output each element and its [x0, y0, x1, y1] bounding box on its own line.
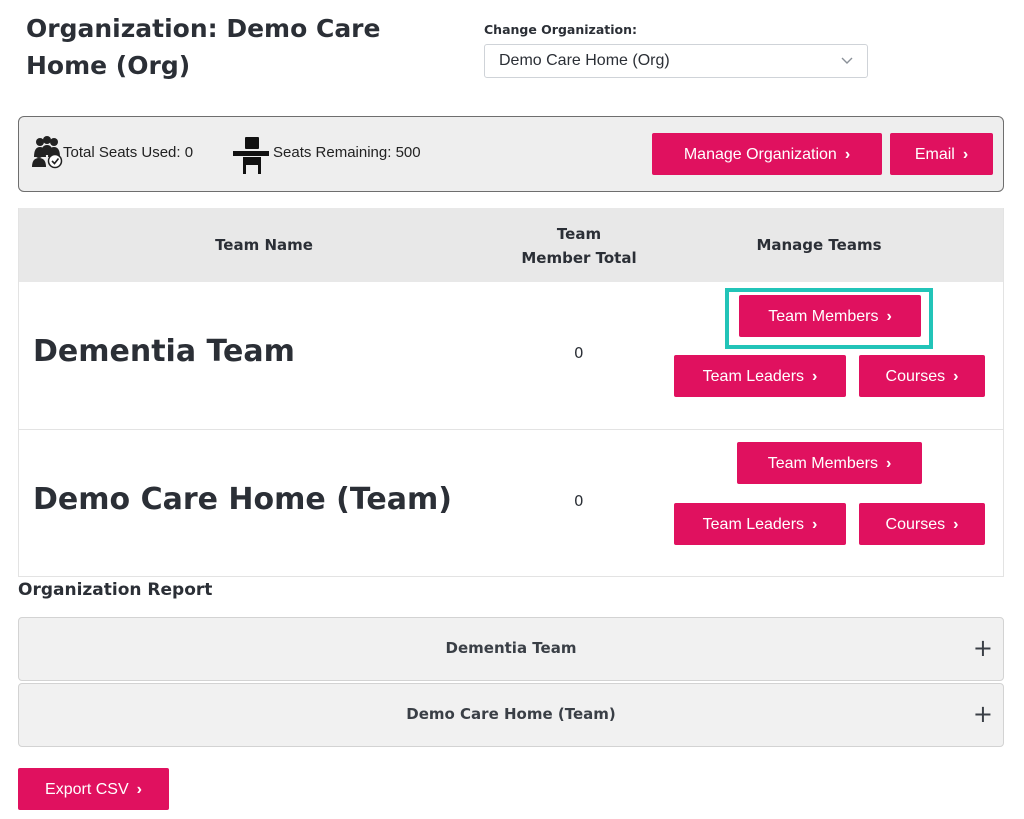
chevron-right-icon: ›	[812, 516, 818, 533]
header-member-line1: Team	[556, 225, 602, 243]
total-seats-used: Total Seats Used: 0	[63, 144, 194, 161]
desk-icon	[233, 135, 269, 179]
report-accordion-item[interactable]: Dementia Team +	[18, 617, 1004, 681]
team-member-total: 0	[574, 492, 584, 510]
header-member-total: Team Member Total	[509, 222, 649, 270]
team-leaders-button[interactable]: Team Leaders ›	[674, 355, 846, 397]
chevron-down-icon	[841, 45, 853, 89]
header-member-line2: Member Total	[521, 249, 637, 267]
manage-organization-button[interactable]: Manage Organization ›	[652, 133, 882, 175]
courses-button[interactable]: Courses ›	[859, 503, 985, 545]
table-header: Team Name Team Member Total Manage Teams	[19, 208, 1003, 282]
team-name: Demo Care Home (Team)	[33, 482, 452, 517]
chevron-right-icon: ›	[885, 455, 892, 472]
accordion-label: Demo Care Home (Team)	[406, 705, 616, 723]
team-member-total: 0	[574, 344, 584, 362]
seats-remaining: Seats Remaining: 500	[273, 144, 421, 161]
chevron-right-icon: ›	[953, 368, 959, 385]
organization-select[interactable]: Demo Care Home (Org)	[484, 44, 868, 78]
report-accordion-item[interactable]: Demo Care Home (Team) +	[18, 683, 1004, 747]
plus-icon[interactable]: +	[973, 700, 993, 728]
email-button[interactable]: Email ›	[890, 133, 993, 175]
users-group-icon	[31, 135, 63, 173]
chevron-right-icon: ›	[812, 368, 818, 385]
seats-summary-bar: Total Seats Used: 0 Seats Remaining: 500…	[18, 116, 1004, 192]
selected-org-value: Demo Care Home (Org)	[499, 52, 670, 69]
team-name: Dementia Team	[33, 334, 295, 369]
plus-icon[interactable]: +	[973, 634, 993, 662]
chevron-right-icon: ›	[953, 516, 959, 533]
chevron-right-icon: ›	[136, 781, 142, 798]
header-team-name: Team Name	[215, 236, 313, 254]
organization-report-title: Organization Report	[18, 580, 213, 600]
export-csv-label: Export CSV	[45, 781, 129, 798]
email-label: Email	[914, 146, 955, 163]
courses-label: Courses	[885, 368, 946, 385]
teams-table: Team Name Team Member Total Manage Teams…	[18, 208, 1004, 577]
change-org-label: Change Organization:	[484, 22, 637, 37]
accordion-label: Dementia Team	[445, 639, 577, 657]
courses-label: Courses	[885, 516, 946, 533]
table-row: Demo Care Home (Team) 0 Team Members › Te…	[19, 430, 1003, 577]
courses-button[interactable]: Courses ›	[859, 355, 985, 397]
page-title: Organization: Demo Care Home (Org)	[26, 14, 381, 80]
chevron-right-icon: ›	[844, 146, 851, 163]
focus-highlight	[725, 288, 933, 349]
header-manage-teams: Manage Teams	[756, 236, 882, 254]
export-csv-button[interactable]: Export CSV ›	[18, 768, 169, 810]
team-leaders-label: Team Leaders	[702, 516, 805, 533]
team-members-button[interactable]: Team Members ›	[737, 442, 922, 484]
team-leaders-label: Team Leaders	[702, 368, 805, 385]
team-leaders-button[interactable]: Team Leaders ›	[674, 503, 846, 545]
manage-organization-label: Manage Organization	[683, 146, 837, 163]
chevron-right-icon: ›	[962, 146, 969, 163]
team-members-label: Team Members	[767, 455, 878, 472]
